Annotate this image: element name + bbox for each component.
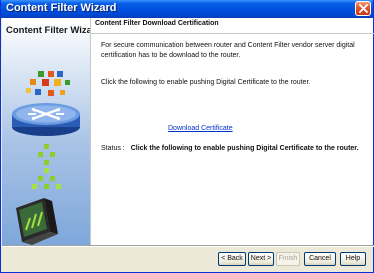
security-description: For secure communication between router … xyxy=(101,42,355,59)
back-button[interactable]: < Back xyxy=(218,252,246,266)
connection-squares xyxy=(32,144,61,189)
status-row: Status : Click the following to enable p… xyxy=(101,145,359,152)
status-value: Click the following to enable pushing Di… xyxy=(130,145,359,152)
finish-button[interactable]: Finish xyxy=(276,252,300,266)
close-button[interactable] xyxy=(355,1,371,16)
wizard-window: Content Filter Wizard Content Filter Wiz… xyxy=(0,0,374,273)
close-icon xyxy=(359,4,368,13)
wizard-side-panel: Content Filter Wizard xyxy=(2,18,90,245)
wizard-content-panel: Content Filter Download Certification Fo… xyxy=(90,18,374,245)
header-divider xyxy=(91,33,374,34)
pc-monitor-illustration xyxy=(16,198,58,245)
cancel-button[interactable]: Cancel xyxy=(304,252,336,266)
window-title: Content Filter Wizard xyxy=(6,2,117,14)
instruction-text: Click the following to enable pushing Di… xyxy=(101,79,311,86)
network-illustration xyxy=(12,71,80,245)
section-title: Content Filter Download Certification xyxy=(95,20,219,27)
button-bar-divider-highlight xyxy=(2,246,374,247)
status-label: Status : xyxy=(101,145,125,152)
download-certificate-link[interactable]: Download Certificate xyxy=(168,125,233,132)
network-squares-decoration xyxy=(26,71,70,96)
help-button[interactable]: Help xyxy=(340,252,366,266)
router-illustration xyxy=(12,103,80,136)
next-button[interactable]: Next > xyxy=(248,252,274,266)
title-bar[interactable]: Content Filter Wizard xyxy=(1,0,373,18)
